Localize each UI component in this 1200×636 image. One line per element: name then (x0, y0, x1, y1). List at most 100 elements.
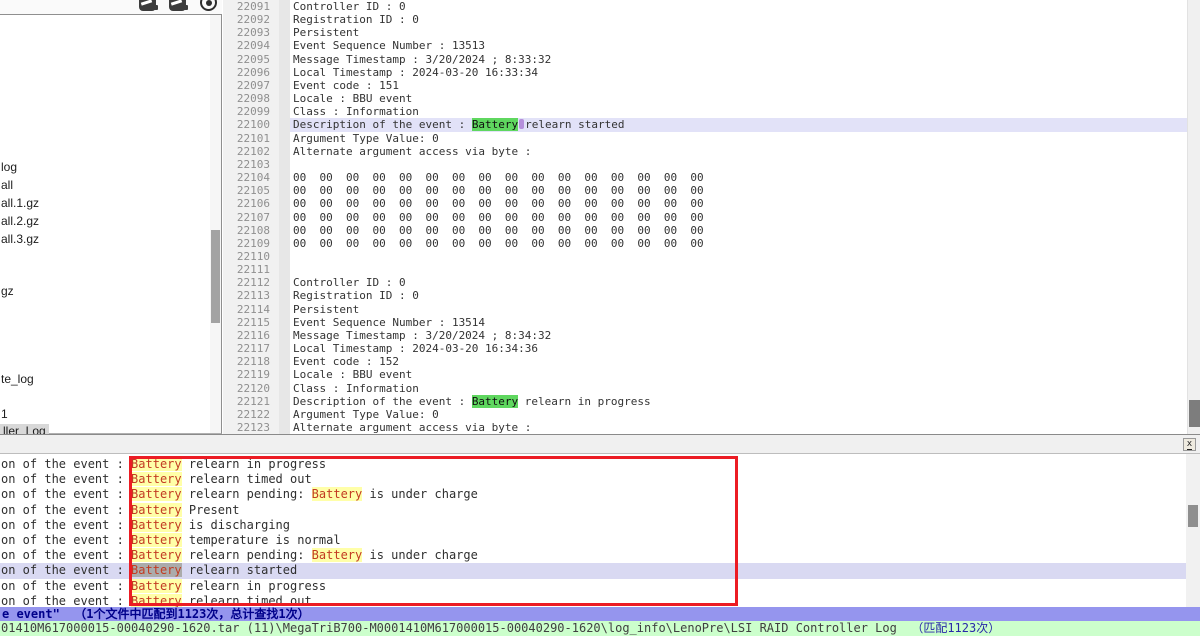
editor-line[interactable]: 22122Argument Type Value: 0 (223, 408, 1187, 421)
search-summary-bar: e event" （1个文件中匹配到1123次，总计查找1次） (0, 607, 1200, 621)
editor-line[interactable]: 22102 Alternate argument access via byte … (223, 145, 1187, 158)
sidebar-item[interactable]: gz (1, 284, 14, 299)
export-log-icon[interactable] (139, 0, 156, 11)
editor-line[interactable]: 2210400 00 00 00 00 00 00 00 00 00 00 00… (223, 171, 1187, 184)
editor-line[interactable]: 22111 (223, 263, 1187, 276)
editor-line[interactable]: 22092Registration ID : 0 (223, 13, 1187, 26)
editor-line[interactable]: 22112Controller ID : 0 (223, 276, 1187, 289)
export-log-icon[interactable] (169, 0, 186, 11)
line-text: Message Timestamp : 3/20/2024 ; 8:33:32 (290, 53, 1187, 66)
fold-margin (279, 197, 290, 210)
line-text: Local Timestamp : 2024-03-20 16:34:36 (290, 342, 1187, 355)
line-number: 22119 (223, 368, 279, 381)
editor-line[interactable]: 22098Locale : BBU event (223, 92, 1187, 105)
log-editor[interactable]: 22091Controller ID : 022092Registration … (223, 0, 1200, 434)
line-number: 22102 (223, 145, 279, 158)
results-scrollbar[interactable] (1186, 454, 1200, 607)
editor-scrollbar[interactable] (1187, 0, 1200, 434)
line-number: 22121 (223, 395, 279, 408)
editor-line[interactable]: 22103 (223, 158, 1187, 171)
fold-margin (279, 395, 290, 408)
sidebar-item[interactable]: all.3.gz (1, 232, 39, 247)
line-number: 22109 (223, 237, 279, 250)
line-number: 22107 (223, 211, 279, 224)
editor-line[interactable]: 2210600 00 00 00 00 00 00 00 00 00 00 00… (223, 197, 1187, 210)
search-result-row[interactable]: on of the event : Battery relearn starte… (0, 563, 1186, 578)
line-text: Persistent (290, 26, 1187, 39)
matched-file-path: 01410M617000015-00040290-1620.tar (11)\M… (1, 621, 911, 635)
sidebar-item[interactable]: log (1, 160, 17, 175)
editor-line[interactable]: 22100Description of the event : Batteryr… (223, 118, 1187, 131)
matched-file-path-bar: 01410M617000015-00040290-1620.tar (11)\M… (0, 621, 1200, 636)
editor-line[interactable]: 22096Local Timestamp : 2024-03-20 16:33:… (223, 66, 1187, 79)
editor-line[interactable]: 22095Message Timestamp : 3/20/2024 ; 8:3… (223, 53, 1187, 66)
editor-line[interactable]: 22110 (223, 250, 1187, 263)
file-tree-scrollbar-thumb[interactable] (211, 230, 220, 323)
editor-line[interactable]: 22120Class : Information (223, 382, 1187, 395)
search-result-row[interactable]: on of the event : Battery Present (0, 503, 1186, 518)
result-row-prefix: on of the event : (1, 457, 131, 471)
editor-line[interactable]: 22114Persistent (223, 303, 1187, 316)
result-row-prefix: on of the event : (1, 563, 131, 577)
results-scrollbar-thumb[interactable] (1188, 505, 1198, 527)
editor-line[interactable]: 22093 Persistent (223, 26, 1187, 39)
editor-line[interactable]: 22123Alternate argument access via byte … (223, 421, 1187, 434)
text-caret (519, 119, 524, 129)
line-text: Alternate argument access via byte : (290, 145, 1187, 158)
editor-line[interactable]: 22115Event Sequence Number : 13514 (223, 316, 1187, 329)
result-row-prefix: on of the event : (1, 594, 131, 608)
search-result-row[interactable]: on of the event : Battery relearn timed … (0, 472, 1186, 487)
line-text: Locale : BBU event (290, 368, 1187, 381)
search-result-row[interactable]: on of the event : Battery relearn pendin… (0, 487, 1186, 502)
line-text: Registration ID : 0 (290, 289, 1187, 302)
editor-line[interactable]: 22116Message Timestamp : 3/20/2024 ; 8:3… (223, 329, 1187, 342)
fold-margin (279, 184, 290, 197)
editor-scrollbar-thumb[interactable] (1189, 400, 1200, 427)
line-text: Event code : 151 (290, 79, 1187, 92)
match-highlight: Battery (131, 594, 182, 608)
editor-line[interactable]: 2210800 00 00 00 00 00 00 00 00 00 00 00… (223, 224, 1187, 237)
line-text: Class : Information (290, 382, 1187, 395)
line-number: 22096 (223, 66, 279, 79)
match-highlight: Battery (312, 548, 363, 562)
editor-line[interactable]: 22121Description of the event : Battery … (223, 395, 1187, 408)
match-highlight: Battery (472, 395, 518, 408)
search-result-row[interactable]: on of the event : Battery relearn pendin… (0, 548, 1186, 563)
editor-line[interactable]: 22091Controller ID : 0 (223, 0, 1187, 13)
search-result-row[interactable]: on of the event : Battery temperature is… (0, 533, 1186, 548)
editor-line[interactable]: 22119 Locale : BBU event (223, 368, 1187, 381)
editor-line[interactable]: 2210500 00 00 00 00 00 00 00 00 00 00 00… (223, 184, 1187, 197)
editor-line[interactable]: 2210700 00 00 00 00 00 00 00 00 00 00 00… (223, 211, 1187, 224)
fold-margin (279, 237, 290, 250)
sidebar-item[interactable]: all.2.gz (1, 214, 39, 229)
search-result-row[interactable]: on of the event : Battery is discharging (0, 518, 1186, 533)
match-highlight: Battery (131, 579, 182, 593)
locate-target-icon[interactable] (200, 0, 217, 11)
file-tree-scrollbar[interactable] (210, 15, 221, 433)
editor-line[interactable]: 22094Event Sequence Number : 13513 (223, 39, 1187, 52)
search-result-row[interactable]: on of the event : Battery relearn in pro… (0, 579, 1186, 594)
line-number: 22117 (223, 342, 279, 355)
fold-margin (279, 250, 290, 263)
editor-line[interactable]: 22113Registration ID : 0 (223, 289, 1187, 302)
match-highlight: Battery (131, 472, 182, 486)
line-number: 22093 (223, 26, 279, 39)
editor-line[interactable]: 22097Event code : 151 (223, 79, 1187, 92)
editor-line[interactable]: 22117 Local Timestamp : 2024-03-20 16:34:… (223, 342, 1187, 355)
line-text: 00 00 00 00 00 00 00 00 00 00 00 00 00 0… (290, 197, 1187, 210)
close-results-button[interactable]: x (1183, 438, 1196, 451)
sidebar-item[interactable]: te_log (1, 372, 34, 387)
editor-line[interactable]: 2210900 00 00 00 00 00 00 00 00 00 00 00… (223, 237, 1187, 250)
sidebar-item[interactable]: 1 (1, 407, 8, 422)
sidebar-item[interactable]: all (1, 178, 13, 193)
fold-margin (279, 13, 290, 26)
result-row-prefix: on of the event : (1, 503, 131, 517)
editor-line[interactable]: 22101Argument Type Value: 0 (223, 132, 1187, 145)
editor-line[interactable]: 22118Event code : 152 (223, 355, 1187, 368)
line-text: Event Sequence Number : 13513 (290, 39, 1187, 52)
fold-margin (279, 26, 290, 39)
editor-line[interactable]: 22099Class : Information (223, 105, 1187, 118)
fold-margin (279, 171, 290, 184)
search-result-row[interactable]: on of the event : Battery relearn in pro… (0, 457, 1186, 472)
sidebar-item[interactable]: all.1.gz (1, 196, 39, 211)
